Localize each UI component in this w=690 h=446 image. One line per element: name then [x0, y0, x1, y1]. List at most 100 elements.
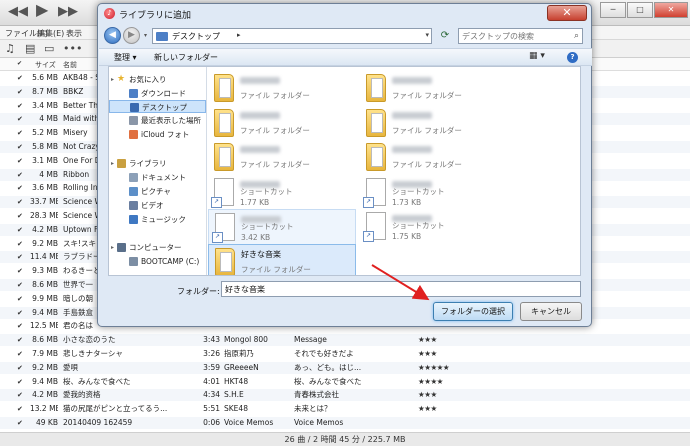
organize-button[interactable]: 整理 ▾ — [114, 52, 137, 63]
search-input[interactable] — [462, 30, 566, 42]
dialog-close-icon[interactable]: ✕ — [547, 5, 587, 21]
help-icon[interactable]: ? — [567, 52, 578, 63]
previous-icon[interactable]: ◀◀ — [8, 5, 28, 19]
shortcut-tile[interactable]: ショートカット 1.77 KB — [208, 175, 356, 211]
row-checkbox-icon[interactable]: ✔ — [17, 321, 25, 331]
music-note-icon[interactable]: ♫ — [5, 42, 15, 55]
cell-size: 4 MB — [39, 114, 58, 124]
forward-icon[interactable]: ▶ — [123, 27, 140, 44]
dialog-footer: フォルダー: フォルダーの選択 キャンセル — [99, 276, 592, 326]
row-checkbox-icon[interactable]: ✔ — [17, 156, 25, 166]
nav-item[interactable]: ▸ コンピューター — [109, 241, 206, 254]
table-row[interactable]: ✔ 13.2 MB 猫の尻尾がピンと立ってるう... 5:51 SKE48 未来とは？ ★★… — [0, 403, 690, 415]
header-size[interactable]: サイズ — [35, 60, 56, 70]
new-folder-button[interactable]: 新しいフォルダー — [154, 52, 218, 63]
expand-icon[interactable]: ▸ — [111, 241, 114, 254]
row-checkbox-icon[interactable]: ✔ — [17, 211, 25, 221]
search-icon[interactable]: ⌕ — [574, 31, 579, 41]
cell-album: 桜、みんなで食べた — [294, 376, 362, 386]
row-checkbox-icon[interactable]: ✔ — [17, 225, 25, 235]
nav-item[interactable]: iCloud フォト — [109, 128, 206, 141]
row-checkbox-icon[interactable]: ✔ — [17, 87, 25, 97]
nav-item[interactable]: ▸ ライブラリ — [109, 157, 206, 170]
nav-item[interactable]: ピクチャ — [109, 185, 206, 198]
row-checkbox-icon[interactable]: ✔ — [17, 363, 25, 373]
header-checkbox-icon[interactable]: ✔ — [17, 60, 22, 67]
folder-tile[interactable]: ファイル フォルダー — [208, 71, 356, 107]
folder-tile[interactable]: ファイル フォルダー — [360, 106, 508, 142]
row-checkbox-icon[interactable]: ✔ — [17, 183, 25, 193]
table-row[interactable]: ✔ 7.9 MB 悲しきナターシャ 3:26 指原莉乃 それでも好きだよ ★★★ — [0, 348, 690, 360]
nav-item[interactable]: ▸ ★ お気に入り — [109, 73, 206, 86]
nav-item[interactable]: ドキュメント — [109, 171, 206, 184]
menu-edit[interactable]: 編集(E) — [37, 28, 64, 39]
row-checkbox-icon[interactable]: ✔ — [17, 73, 25, 83]
cell-size: 9.4 MB — [32, 307, 58, 317]
play-icon[interactable]: ▶ — [36, 2, 48, 18]
close-icon[interactable]: ✕ — [654, 2, 688, 18]
refresh-icon[interactable]: ⟳ — [436, 28, 454, 44]
row-checkbox-icon[interactable]: ✔ — [17, 418, 25, 428]
table-row[interactable]: ✔ 9.4 MB 桜、みんなで食べた 4:01 HKT48 桜、みんなで食べた ★★★★ — [0, 376, 690, 388]
next-icon[interactable]: ▶▶ — [58, 5, 78, 19]
table-row[interactable]: ✔ 8.6 MB 小さな恋のうた 3:43 Mongol 800 Message ★★★ — [0, 334, 690, 347]
row-checkbox-icon[interactable]: ✔ — [17, 197, 25, 207]
table-row[interactable]: ✔ 49 KB 20140409 162459 0:06 Voice Memos Voic… — [0, 417, 690, 429]
shortcut-tile[interactable]: ショートカット 1.75 KB — [360, 209, 508, 245]
folder-tile[interactable]: 好きな音楽 ファイル フォルダー — [208, 243, 356, 275]
nav-item[interactable]: ビデオ — [109, 199, 206, 212]
nav-item[interactable]: ダウンロード — [109, 87, 206, 100]
nav-item[interactable]: ミュージック — [109, 213, 206, 226]
row-checkbox-icon[interactable]: ✔ — [17, 377, 25, 387]
row-checkbox-icon[interactable]: ✔ — [17, 114, 25, 124]
menu-view[interactable]: 表示 — [66, 28, 82, 39]
nav-item[interactable]: デスクトップ — [109, 100, 206, 113]
address-bar[interactable]: デスクトップ ▸ ▾ — [152, 28, 432, 44]
maximize-icon[interactable]: □ — [627, 2, 653, 18]
movies-icon[interactable]: ▤ — [25, 42, 35, 55]
row-checkbox-icon[interactable]: ✔ — [17, 335, 25, 345]
file-type: ファイル フォルダー — [392, 91, 462, 100]
nav-item[interactable]: BOOTCAMP (C:) — [109, 255, 206, 268]
row-checkbox-icon[interactable]: ✔ — [17, 294, 25, 304]
folder-name-input[interactable] — [221, 281, 581, 297]
cancel-button[interactable]: キャンセル — [520, 302, 582, 321]
folder-tile[interactable]: ファイル フォルダー — [208, 106, 356, 142]
chevron-down-icon[interactable]: ▾ — [425, 31, 429, 39]
row-checkbox-icon[interactable]: ✔ — [17, 239, 25, 249]
expand-icon[interactable]: ▸ — [111, 157, 114, 170]
row-checkbox-icon[interactable]: ✔ — [17, 128, 25, 138]
search-box[interactable]: ⌕ — [458, 28, 583, 44]
cell-size: 7.9 MB — [32, 349, 58, 358]
row-checkbox-icon[interactable]: ✔ — [17, 101, 25, 111]
more-icon[interactable]: ••• — [63, 42, 82, 55]
row-checkbox-icon[interactable]: ✔ — [17, 349, 25, 359]
minimize-icon[interactable]: ─ — [600, 2, 626, 18]
row-checkbox-icon[interactable]: ✔ — [17, 252, 25, 262]
shortcut-tile[interactable]: ショートカット 1.73 KB — [360, 175, 508, 211]
row-checkbox-icon[interactable]: ✔ — [17, 142, 25, 152]
folder-tile[interactable]: ファイル フォルダー — [360, 140, 508, 176]
row-checkbox-icon[interactable]: ✔ — [17, 280, 25, 290]
tv-icon[interactable]: ▭ — [44, 42, 54, 55]
row-checkbox-icon[interactable]: ✔ — [17, 390, 25, 400]
table-row[interactable]: ✔ 9.2 MB 愛唄 3:59 GReeeeN あっ、ども。はじ... ★★★★★ — [0, 361, 690, 374]
shortcut-tile[interactable]: ショートカット 3.42 KB — [208, 209, 356, 245]
recent-locations-chevron-icon[interactable]: ▾ — [144, 32, 147, 39]
nav-item[interactable]: 最近表示した場所 — [109, 114, 206, 127]
row-checkbox-icon[interactable]: ✔ — [17, 308, 25, 318]
folder-tile[interactable]: ファイル フォルダー — [360, 71, 508, 107]
folder-tile[interactable]: ファイル フォルダー — [208, 140, 356, 176]
table-row[interactable]: ✔ 4.2 MB 愛我的资格 4:34 S.H.E 青春株式会社 ★★★ — [0, 389, 690, 402]
header-name[interactable]: 名前 — [63, 60, 77, 70]
cell-artist: S.H.E — [224, 390, 244, 400]
back-icon[interactable]: ◀ — [104, 27, 121, 44]
expand-icon[interactable]: ▸ — [111, 73, 114, 86]
row-checkbox-icon[interactable]: ✔ — [17, 404, 25, 414]
view-mode-icon[interactable]: ▦ ▾ — [529, 51, 545, 61]
row-checkbox-icon[interactable]: ✔ — [17, 266, 25, 276]
row-checkbox-icon[interactable]: ✔ — [17, 170, 25, 180]
select-folder-button[interactable]: フォルダーの選択 — [433, 302, 513, 321]
cell-size: 8.7 MB — [32, 86, 58, 96]
breadcrumb-chevron-icon[interactable]: ▸ — [237, 31, 241, 39]
